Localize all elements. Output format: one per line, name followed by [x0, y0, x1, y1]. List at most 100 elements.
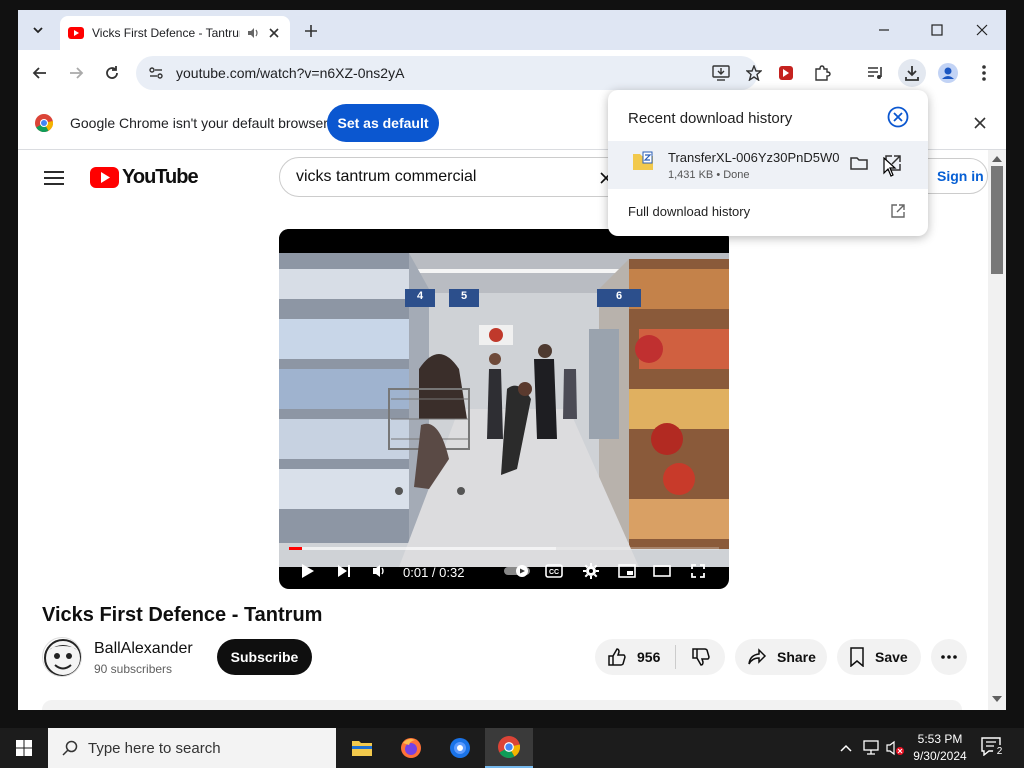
url-text: youtube.com/watch?v=n6XZ-0ns2yA	[176, 65, 405, 81]
extensions-menu-button[interactable]	[808, 59, 836, 87]
close-infobar-icon[interactable]	[974, 117, 986, 129]
more-horiz-icon	[941, 655, 957, 659]
video-frame	[279, 229, 729, 567]
chrome-icon	[498, 736, 520, 758]
like-dislike-group: 956	[595, 639, 725, 675]
sign-in-label: Sign in	[937, 168, 984, 184]
puzzle-icon	[815, 65, 831, 81]
video-player[interactable]: 4 5 6 0:01 / 0:32 CC	[279, 229, 729, 589]
forward-button[interactable]	[62, 59, 90, 87]
extension-red-icon	[779, 66, 793, 80]
scroll-up-icon[interactable]	[992, 154, 1002, 162]
played-fill	[289, 547, 302, 550]
minimize-icon	[879, 29, 889, 31]
miniplayer-icon[interactable]	[618, 564, 636, 578]
mouse-cursor-icon	[883, 157, 897, 177]
folder-icon	[352, 741, 372, 756]
youtube-logo-text: YouTube	[122, 166, 199, 188]
address-bar[interactable]: youtube.com/watch?v=n6XZ-0ns2yA	[136, 56, 762, 90]
aisle-sign-4: 4	[416, 290, 424, 302]
site-settings-icon[interactable]	[148, 65, 164, 81]
video-time: 0:01 / 0:32	[403, 565, 465, 580]
share-button[interactable]: Share	[735, 639, 827, 675]
search-query-text: vicks tantrum commercial	[296, 168, 477, 185]
next-icon[interactable]	[337, 564, 351, 578]
settings-gear-icon[interactable]	[583, 563, 599, 579]
arrow-left-icon	[32, 67, 46, 79]
subscribe-label: Subscribe	[230, 649, 299, 665]
firefox-taskbar-button[interactable]	[387, 728, 435, 768]
blue-circle-app-icon	[450, 738, 470, 758]
autoplay-toggle-icon[interactable]	[504, 565, 530, 577]
media-controls-button[interactable]	[862, 59, 890, 87]
channel-avatar[interactable]	[42, 637, 82, 677]
like-button[interactable]: 956	[595, 639, 675, 675]
aisle-sign-6: 6	[615, 290, 623, 302]
taskbar-search-box[interactable]: Type here to search	[48, 728, 336, 768]
thumbs-down-icon	[691, 648, 710, 666]
profile-button[interactable]	[934, 59, 962, 87]
dislike-button[interactable]	[676, 639, 725, 675]
windows-taskbar: Type here to search 5:53 PM 9/30/2024 2	[0, 728, 1024, 768]
scrollbar-thumb[interactable]	[991, 166, 1003, 274]
volume-muted-icon[interactable]	[886, 740, 904, 756]
reload-icon	[106, 66, 118, 79]
search-icon	[62, 740, 78, 756]
app-taskbar-button[interactable]	[436, 728, 484, 768]
download-file-status: 1,431 KB • Done	[668, 169, 750, 181]
tab-close-button[interactable]	[266, 25, 282, 41]
bookmark-star-icon[interactable]	[746, 65, 762, 81]
close-icon	[976, 24, 988, 36]
subscriber-count: 90 subscribers	[94, 662, 173, 676]
download-item[interactable]: TransferXL-006Yz30PnD5W0 1,431 KB • Done	[608, 141, 928, 189]
set-as-default-button[interactable]: Set as default	[327, 104, 439, 142]
subscribe-button[interactable]: Subscribe	[217, 639, 312, 675]
scroll-down-icon[interactable]	[992, 696, 1002, 704]
system-clock[interactable]: 5:53 PM 9/30/2024	[906, 731, 974, 765]
extension-button[interactable]	[772, 59, 800, 87]
audio-playing-icon[interactable]	[246, 26, 260, 40]
open-external-icon[interactable]	[890, 203, 906, 219]
more-vert-icon	[982, 65, 986, 81]
youtube-logo[interactable]: YouTube	[90, 165, 199, 191]
infobar-message: Google Chrome isn't your default browser	[70, 115, 328, 131]
captions-icon[interactable]: CC	[545, 564, 563, 578]
back-button[interactable]	[26, 59, 54, 87]
save-button[interactable]: Save	[837, 639, 921, 675]
video-progress-bar[interactable]	[289, 547, 719, 550]
hamburger-menu-icon[interactable]	[44, 170, 64, 186]
volume-icon[interactable]	[372, 564, 388, 578]
maximize-button[interactable]	[921, 18, 953, 42]
downloads-button[interactable]	[898, 59, 926, 87]
bookmark-icon	[850, 647, 864, 667]
new-tab-button[interactable]	[300, 20, 322, 42]
folder-icon[interactable]	[850, 156, 868, 170]
tab-search-button[interactable]	[24, 18, 52, 42]
full-download-history-link[interactable]: Full download history	[628, 204, 750, 219]
chrome-taskbar-button[interactable]	[485, 728, 533, 768]
file-explorer-taskbar-button[interactable]	[338, 728, 386, 768]
chrome-menu-button[interactable]	[970, 59, 998, 87]
install-app-icon[interactable]	[712, 65, 730, 81]
close-window-button[interactable]	[966, 18, 998, 42]
more-actions-button[interactable]	[931, 639, 967, 675]
chevron-up-icon[interactable]	[840, 744, 852, 752]
theater-mode-icon[interactable]	[653, 565, 671, 577]
svg-text:CC: CC	[549, 569, 559, 576]
desktop: Vicks First Defence - Tantrum youtube.co…	[0, 0, 1024, 768]
start-button[interactable]	[0, 728, 48, 768]
network-icon[interactable]	[862, 740, 880, 756]
play-icon[interactable]	[301, 564, 315, 578]
download-bubble: Recent download history TransferXL-006Yz…	[608, 90, 928, 236]
close-circle-icon[interactable]	[887, 106, 909, 128]
reload-button[interactable]	[98, 59, 126, 87]
notification-count: 2	[993, 745, 1006, 758]
description-box[interactable]	[42, 700, 962, 710]
page-scrollbar[interactable]	[988, 150, 1006, 710]
minimize-button[interactable]	[868, 18, 900, 42]
tab-active[interactable]: Vicks First Defence - Tantrum	[60, 16, 290, 50]
youtube-search-input[interactable]: vicks tantrum commercial	[279, 157, 621, 197]
notification-center-button[interactable]: 2	[980, 736, 1008, 760]
channel-name[interactable]: BallAlexander	[94, 640, 193, 658]
fullscreen-icon[interactable]	[691, 564, 705, 578]
